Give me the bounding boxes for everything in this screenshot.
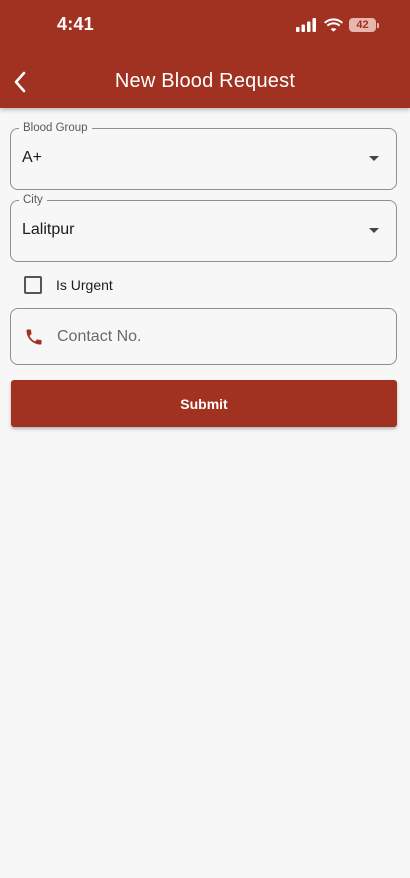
status-bar: 4:41 42 <box>0 0 410 50</box>
urgent-checkbox[interactable] <box>24 276 42 294</box>
city-label: City <box>19 193 47 207</box>
wifi-icon <box>324 18 343 32</box>
contact-field[interactable] <box>10 308 397 365</box>
signal-icon <box>296 18 316 32</box>
phone-icon <box>26 329 42 345</box>
status-time: 4:41 <box>57 14 94 34</box>
app-bar: 4:41 42 New Blood Request <box>0 0 410 108</box>
urgent-checkbox-row: Is Urgent <box>24 276 113 294</box>
contact-input[interactable] <box>57 326 377 348</box>
dropdown-arrow-icon <box>369 228 379 233</box>
page-title: New Blood Request <box>114 70 296 92</box>
city-dropdown[interactable]: City Lalitpur <box>10 193 397 262</box>
battery-icon: 42 <box>349 18 379 32</box>
submit-button[interactable]: Submit <box>11 380 397 427</box>
blood-group-label: Blood Group <box>19 121 92 135</box>
battery-level: 42 <box>356 19 369 31</box>
blood-group-dropdown[interactable]: Blood Group A+ <box>10 121 397 190</box>
status-icons: 42 <box>296 16 379 34</box>
city-value: Lalitpur <box>22 221 75 238</box>
blood-group-value: A+ <box>22 149 43 166</box>
dropdown-arrow-icon <box>369 156 379 161</box>
urgent-label: Is Urgent <box>56 277 113 293</box>
